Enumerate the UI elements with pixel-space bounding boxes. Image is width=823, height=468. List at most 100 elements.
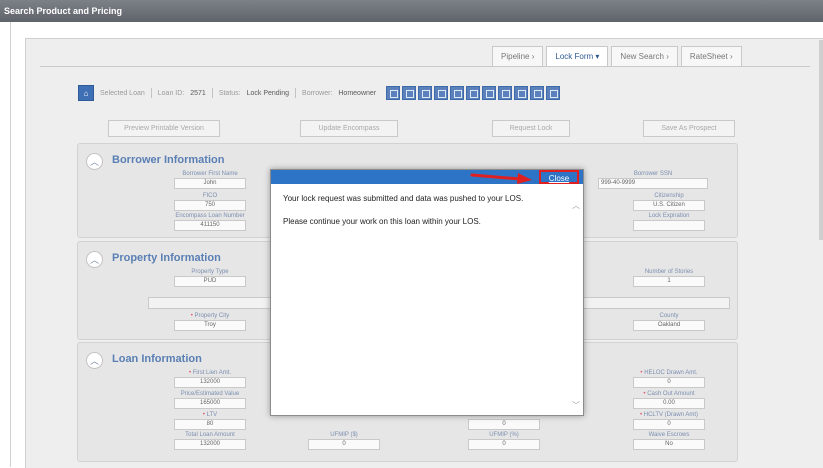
- field-label: • Property City: [174, 312, 246, 320]
- tool-icon[interactable]: [482, 86, 497, 100]
- loan-number-input[interactable]: 411150: [174, 220, 246, 231]
- home-icon[interactable]: ⌂: [78, 85, 94, 101]
- chevron-down-icon[interactable]: ﹀: [572, 402, 580, 410]
- stories-input[interactable]: 1: [633, 276, 705, 287]
- field-label: Borrower SSN: [633, 171, 673, 177]
- close-button[interactable]: Close: [539, 170, 579, 184]
- divider: [150, 88, 152, 98]
- total-loan-field: Total Loan Amount 132000: [174, 431, 246, 450]
- tool-icon[interactable]: [418, 86, 433, 100]
- chevron-down-icon: ▾: [595, 52, 600, 61]
- first-name-input[interactable]: John: [174, 178, 246, 189]
- chevron-up-icon[interactable]: ︿: [572, 202, 580, 210]
- fico-input[interactable]: 750: [174, 200, 246, 211]
- section-title: Loan Information: [112, 353, 202, 365]
- field-label: Lock Expiration: [648, 213, 690, 219]
- waive-escrows-input[interactable]: No: [633, 439, 705, 450]
- ltv-input[interactable]: 80: [174, 419, 246, 430]
- loan-number-field: Encompass Loan Number 411150: [174, 212, 246, 231]
- tool-icon[interactable]: [466, 86, 481, 100]
- tool-icon[interactable]: [546, 86, 561, 100]
- preview-button[interactable]: Preview Printable Version: [108, 120, 220, 137]
- collapse-icon[interactable]: ︿: [86, 153, 103, 170]
- tab-label: Lock Form: [555, 52, 594, 61]
- field-label: • First Lien Amt.: [174, 369, 246, 377]
- selected-loan-label: Selected Loan: [100, 89, 145, 97]
- section-title: Borrower Information: [112, 154, 225, 166]
- ufmip-pct-input[interactable]: 0: [468, 439, 540, 450]
- divider: [295, 88, 297, 98]
- county-field: County Oakland: [633, 312, 705, 331]
- tab-label: Pipeline: [501, 52, 530, 61]
- required-marker: •: [639, 412, 643, 418]
- label-text: LTV: [206, 412, 218, 418]
- county-input[interactable]: Oakland: [633, 320, 705, 331]
- tool-icon[interactable]: [514, 86, 529, 100]
- tool-icon[interactable]: [386, 86, 401, 100]
- property-type-field: Property Type PUD: [174, 268, 246, 287]
- field-label: Encompass Loan Number: [175, 213, 245, 219]
- label-text: First Lien Amt.: [192, 370, 232, 376]
- loan-status-bar: ⌂ Selected Loan Loan ID: 2571 Status: Lo…: [78, 84, 561, 102]
- red-arrow-icon: [470, 173, 532, 184]
- tool-icon[interactable]: [402, 86, 417, 100]
- citizenship-input[interactable]: U.S. Citizen: [633, 200, 705, 211]
- field-label: • Cash Out Amount: [633, 390, 705, 398]
- collapse-icon[interactable]: ︿: [86, 251, 103, 268]
- heloc-field: • HELOC Drawn Amt. 0: [633, 369, 705, 388]
- upper-input[interactable]: 0: [468, 419, 540, 430]
- tool-icon[interactable]: [434, 86, 449, 100]
- fico-field: FICO 750: [174, 192, 246, 211]
- required-marker: •: [190, 313, 193, 319]
- loan-id-label: Loan ID:: [157, 89, 185, 97]
- request-lock-button[interactable]: Request Lock: [492, 120, 570, 137]
- ssn-field: Borrower SSN 999-40-9999: [598, 170, 708, 189]
- window-title: Search Product and Pricing: [0, 0, 823, 22]
- loan-id-value: 2571: [190, 89, 206, 97]
- field-label: Number of Stories: [644, 269, 694, 275]
- hcltv-field: • HCLTV (Drawn Amt) 0: [633, 411, 705, 430]
- ufmip-input[interactable]: 0: [308, 439, 380, 450]
- chevron-right-icon: ›: [729, 52, 733, 61]
- page-scrollbar[interactable]: [819, 40, 823, 240]
- tool-icon[interactable]: [498, 86, 513, 100]
- required-marker: •: [188, 370, 192, 376]
- heloc-input[interactable]: 0: [633, 377, 705, 388]
- dialog-scrollbar[interactable]: ︿ ﹀: [570, 184, 582, 414]
- property-type-input[interactable]: PUD: [174, 276, 246, 287]
- tab-label: RateSheet: [689, 52, 728, 61]
- update-encompass-button[interactable]: Update Encompass: [300, 120, 398, 137]
- hcltv-input[interactable]: 0: [633, 419, 705, 430]
- tool-icon[interactable]: [530, 86, 545, 100]
- lock-confirmation-dialog: Close Your lock request was submitted an…: [270, 169, 584, 416]
- status-value: Lock Pending: [246, 89, 290, 97]
- value-input[interactable]: 165000: [174, 398, 246, 409]
- lock-expiration-input[interactable]: [633, 220, 705, 231]
- label-text: Cash Out Amount: [647, 391, 695, 397]
- label-text: Property City: [194, 313, 230, 319]
- field-label: • LTV: [174, 411, 246, 419]
- dialog-body: Your lock request was submitted and data…: [283, 193, 559, 239]
- dialog-header: [271, 170, 583, 184]
- field-label: Waive Escrows: [648, 432, 690, 438]
- tab-pipeline[interactable]: Pipeline ›: [492, 46, 544, 67]
- collapse-icon[interactable]: ︿: [86, 352, 103, 369]
- tab-divider: [40, 66, 810, 67]
- total-loan-input[interactable]: 132000: [174, 439, 246, 450]
- tab-new-search[interactable]: New Search ›: [611, 46, 678, 67]
- ufmip-field: UFMIP ($) 0: [308, 431, 380, 450]
- tab-ratesheet[interactable]: RateSheet ›: [680, 46, 742, 67]
- field-label: UFMIP (%): [489, 432, 519, 438]
- first-name-field: Borrower First Name John: [174, 170, 246, 189]
- field-label: Price/Estimated Value: [180, 391, 240, 397]
- tool-icon[interactable]: [450, 86, 465, 100]
- save-prospect-button[interactable]: Save As Prospect: [643, 120, 735, 137]
- ssn-input[interactable]: 999-40-9999: [598, 178, 708, 189]
- field-label: Property Type: [191, 269, 229, 275]
- property-city-input[interactable]: Troy: [174, 320, 246, 331]
- chevron-right-icon: ›: [666, 52, 669, 61]
- field-label: UFMIP ($): [330, 432, 358, 438]
- first-lien-input[interactable]: 132000: [174, 377, 246, 388]
- cashout-input[interactable]: 0.00: [633, 398, 705, 409]
- tab-lock-form[interactable]: Lock Form ▾: [546, 46, 609, 67]
